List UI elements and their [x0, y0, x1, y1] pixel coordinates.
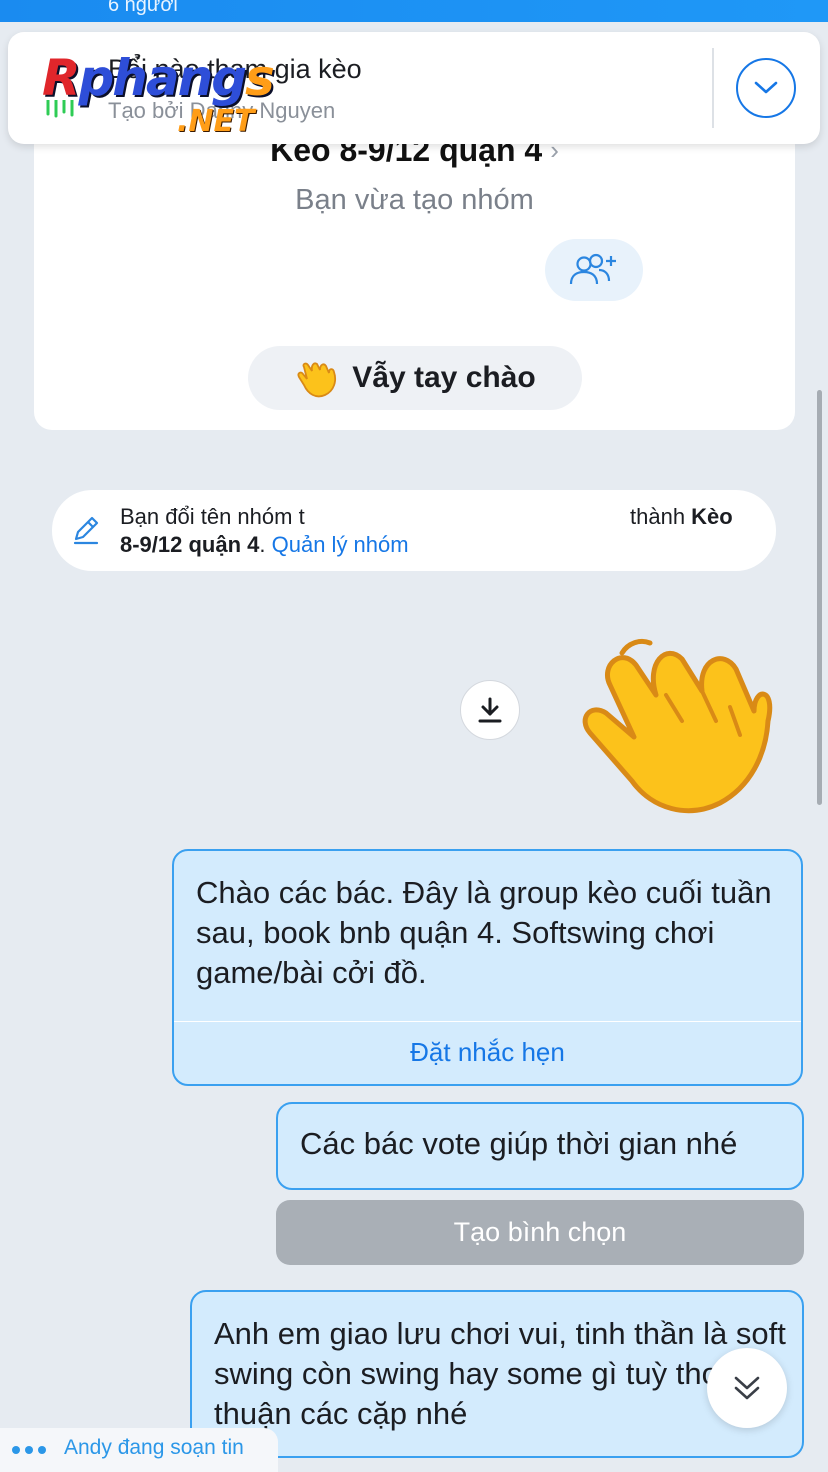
pinned-poll-banner[interactable]: Bổ̉i nào tham gia kèo Tạo bởi Danny Nguy…: [8, 32, 820, 144]
message-bubble[interactable]: Chào các bác. Đây là group kèo cuối tuần…: [172, 849, 803, 1086]
logo-main-text: Rphangs: [42, 49, 275, 107]
rename-system-message: Bạn đổi tên nhóm t thành Kèo 8-9/12 quận…: [52, 490, 776, 571]
top-header-strip: 6 người: [0, 0, 828, 22]
manage-group-link[interactable]: Quản lý nhóm: [272, 532, 409, 557]
waving-hand-sticker[interactable]: [570, 625, 775, 815]
scroll-to-bottom-button[interactable]: [707, 1348, 787, 1428]
download-icon: [478, 697, 502, 723]
rename-text-line2: 8-9/12 quận 4. Quản lý nhóm: [120, 532, 409, 557]
typing-label: Andy đang soạn tin: [64, 1436, 244, 1459]
pencil-icon: [73, 516, 99, 545]
typing-dots-icon: [12, 1446, 46, 1454]
chevron-down-icon: [754, 81, 778, 94]
rename-text-prefix: Bạn đổi tên nhóm t: [120, 504, 305, 529]
add-member-button[interactable]: [545, 239, 643, 301]
wave-hello-label: Vẫy tay chào: [352, 361, 536, 394]
waving-hand-icon: [297, 362, 337, 398]
rename-text-suffix: thành Kèo: [630, 504, 733, 529]
message-text: Anh em giao lưu chơi vui, tinh thần là s…: [214, 1316, 786, 1431]
create-poll-button[interactable]: Tạo bình chọn: [276, 1200, 804, 1265]
bubble-divider: [174, 1021, 801, 1022]
scrollbar[interactable]: [817, 390, 822, 805]
message-text: Các bác vote giúp thời gian nhé: [300, 1126, 738, 1161]
wave-hello-button[interactable]: Vẫy tay chào: [248, 346, 582, 410]
expand-pinned-button[interactable]: [736, 58, 796, 118]
set-reminder-button[interactable]: Đặt nhắc hẹn: [174, 1037, 801, 1068]
logo-sub-text: .NET: [177, 104, 255, 139]
message-bubble[interactable]: Các bác vote giúp thời gian nhé: [276, 1102, 804, 1190]
message-text: Chào các bác. Đây là group kèo cuối tuần…: [196, 875, 772, 990]
pinned-divider: [712, 48, 714, 128]
download-button[interactable]: [460, 680, 520, 740]
double-chevron-down-icon: [734, 1376, 760, 1400]
add-user-icon: [569, 253, 616, 285]
group-created-text: Bạn vừa tạo nhóm: [295, 184, 534, 216]
member-count: 6 người: [108, 0, 178, 16]
typing-indicator: Andy đang soạn tin: [0, 1428, 278, 1472]
rphangs-watermark-logo: Rphangs .NET: [42, 50, 312, 150]
